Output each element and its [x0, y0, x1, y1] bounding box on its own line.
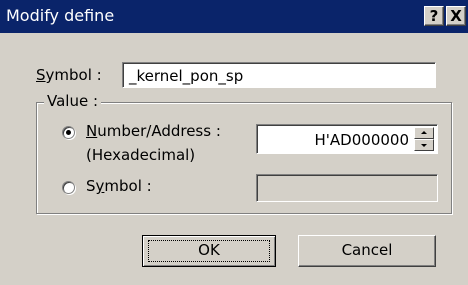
- number-address-mnemonic: N: [86, 122, 98, 140]
- symbol-label-mnemonic: S: [36, 66, 46, 84]
- focus-rectangle: [148, 240, 270, 262]
- symbol-label-text: ymbol :: [45, 66, 102, 84]
- close-icon: X: [450, 7, 462, 25]
- symbol-option-label-text: mbol :: [104, 177, 152, 195]
- help-icon: ?: [429, 7, 439, 25]
- help-button[interactable]: ?: [424, 6, 444, 26]
- symbol-option-input[interactable]: [256, 174, 438, 202]
- value-group-legend: Value :: [44, 92, 102, 110]
- ok-button[interactable]: OK: [142, 235, 276, 267]
- arrow-up-icon: [421, 131, 427, 134]
- close-button[interactable]: X: [446, 6, 466, 26]
- symbol-label: Symbol :: [36, 66, 102, 84]
- symbol-input-value: _kernel_pon_sp: [129, 67, 244, 85]
- number-address-value: H'AD000000: [314, 131, 409, 149]
- dialog-title: Modify define: [6, 6, 115, 25]
- symbol-input[interactable]: _kernel_pon_sp: [122, 62, 436, 88]
- spin-down-button[interactable]: [414, 139, 434, 151]
- spin-up-button[interactable]: [414, 127, 434, 139]
- symbol-radio[interactable]: [62, 181, 75, 194]
- title-bar[interactable]: Modify define ? X: [0, 0, 468, 33]
- number-address-label[interactable]: Number/Address :: [86, 122, 221, 140]
- number-address-input[interactable]: H'AD000000: [256, 124, 438, 154]
- number-address-radio[interactable]: [62, 126, 75, 139]
- radio-selected-dot: [66, 130, 71, 135]
- symbol-option-label[interactable]: Symbol :: [86, 177, 152, 195]
- number-address-spinner[interactable]: [414, 127, 436, 153]
- number-address-label-text: umber/Address :: [97, 122, 221, 140]
- symbol-option-label-pre: S: [86, 177, 96, 195]
- hexadecimal-sublabel: (Hexadecimal): [86, 146, 196, 164]
- cancel-button-label: Cancel: [341, 241, 393, 259]
- arrow-down-icon: [421, 144, 427, 147]
- cancel-button[interactable]: Cancel: [298, 235, 436, 267]
